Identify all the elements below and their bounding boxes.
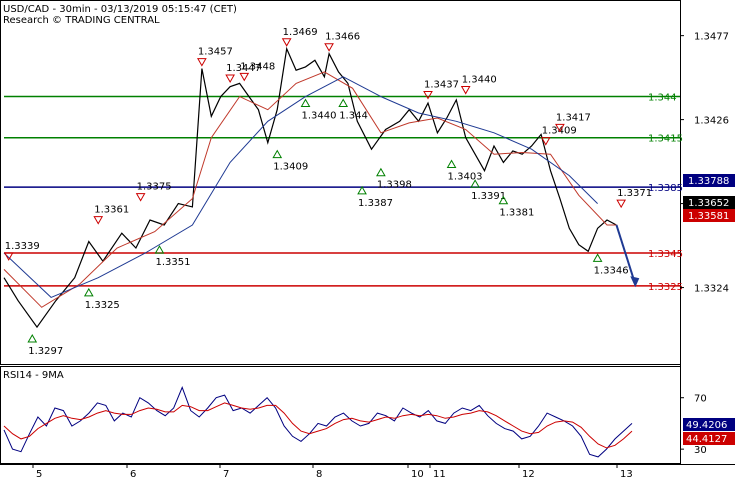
rsi-label: RSI14 - 9MA (3, 370, 64, 381)
price-box-label-2: 1.33581 (688, 211, 729, 222)
annotation-label-10: 1.3466 (325, 32, 360, 43)
chart-subtitle: Research © TRADING CENTRAL (3, 15, 160, 26)
price-box-label-1: 1.33652 (688, 198, 729, 209)
x-tick-label-5: 11 (433, 469, 446, 480)
annotation-label-4: 1.3375 (137, 182, 172, 193)
x-tick-label-2: 7 (223, 469, 229, 480)
chart-title: USD/CAD - 30min - 03/13/2019 05:15:47 (C… (3, 4, 237, 15)
rsi-ma-value: 44.4127 (686, 434, 727, 445)
annotation-label-8: 1.3448 (240, 61, 275, 72)
annotation-label-15: 1.3398 (377, 180, 412, 191)
x-ticks: 5 6 7 8 10 11 12 13 (32, 464, 633, 480)
annotation-label-3: 1.3325 (85, 300, 120, 311)
annotation-label-6: 1.3457 (198, 47, 233, 58)
annotation-label-1: 1.3297 (28, 346, 63, 357)
x-tick-label-3: 8 (316, 469, 322, 480)
rsi-value: 49.4206 (686, 420, 727, 431)
annotation-label-24: 1.3371 (617, 188, 652, 199)
x-tick-label-1: 6 (130, 469, 136, 480)
y-tick-label-1: 1.3426 (694, 116, 729, 127)
x-tick-label-6: 12 (522, 469, 535, 480)
rsi-tick-label-1: 30 (694, 445, 707, 456)
annotation-label-0: 1.3339 (5, 241, 40, 252)
annotation-label-5: 1.3351 (155, 257, 190, 268)
annotation-label-2: 1.3361 (94, 205, 129, 216)
annotation-label-22: 1.3417 (556, 112, 591, 123)
right-labels: 1.33788 1.33652 1.33581 (683, 174, 735, 222)
annotation-label-18: 1.3403 (448, 171, 483, 182)
annotation-label-14: 1.3387 (358, 198, 393, 209)
x-tick-label-4: 10 (411, 469, 424, 480)
y-tick-label-0: 1.3477 (694, 32, 729, 43)
annotation-label-23: 1.3346 (594, 265, 629, 276)
annotation-label-17: 1.3440 (462, 75, 497, 86)
level-label-0: 1.344 (648, 93, 677, 104)
annotation-label-20: 1.3381 (499, 208, 534, 219)
x-tick-label-0: 5 (36, 469, 42, 480)
annotation-label-13: 1.344 (339, 111, 368, 122)
level-label-2: 1.3385 (648, 183, 683, 194)
annotation-label-12: 1.3440 (302, 111, 337, 122)
rsi-tick-label-0: 70 (694, 394, 707, 405)
price-box-label-0: 1.33788 (688, 176, 729, 187)
level-label-3: 1.3345 (648, 249, 683, 260)
y-tick-label-3: 1.3324 (694, 284, 729, 295)
annotation-label-11: 1.3409 (273, 162, 308, 173)
level-label-4: 1.3325 (648, 282, 683, 293)
level-label-1: 1.3415 (648, 134, 683, 145)
annotation-label-9: 1.3469 (283, 27, 318, 38)
x-tick-label-7: 13 (620, 469, 633, 480)
chart: USD/CAD - 30min - 03/13/2019 05:15:47 (C… (0, 0, 735, 480)
y-ticks: 1.34771.34261.33751.3324 (680, 32, 729, 295)
annotation-label-16: 1.3437 (424, 79, 459, 90)
